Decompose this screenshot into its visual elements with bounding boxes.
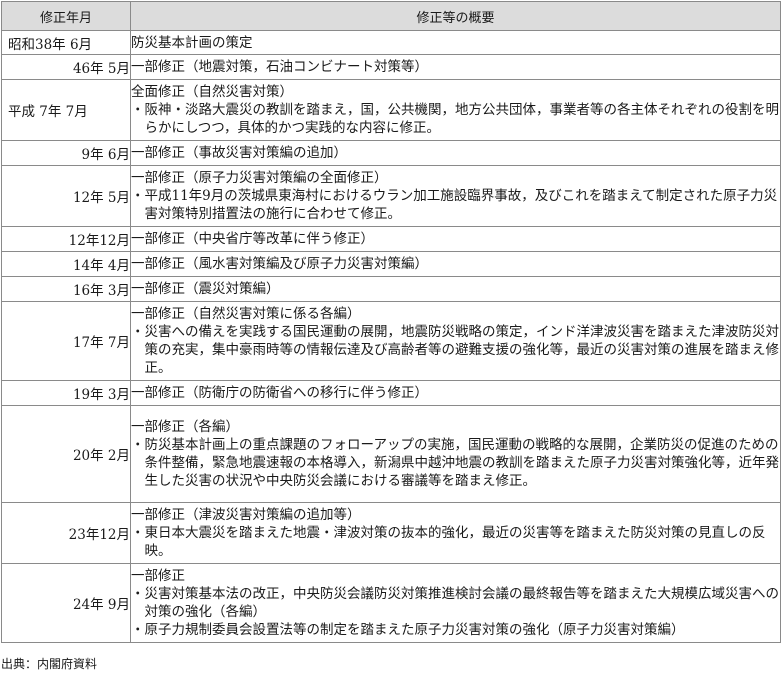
revision-history-page: 修正年月 修正等の概要 昭和38年 6月 防災基本計画の策定 46年 5月 一部… bbox=[0, 0, 782, 674]
summary-column-header: 修正等の概要 bbox=[130, 1, 781, 31]
revision-heading: 一部修正（中央省庁等改革に伴う修正） bbox=[131, 231, 374, 247]
table-row: 9年 6月 一部修正（事故災害対策編の追加） bbox=[1, 140, 781, 166]
revision-summary: 防災基本計画の策定 bbox=[130, 30, 781, 55]
date-column-header: 修正年月 bbox=[1, 1, 131, 31]
revision-summary: 一部修正（防衛庁の防衛省への移行に伴う修正） bbox=[130, 380, 781, 406]
table-row: 24年 9月 一部修正 ・災害対策基本法の改正，中央防災会議防災対策推進検討会議… bbox=[1, 563, 781, 643]
revision-heading: 一部修正（事故災害対策編の追加） bbox=[131, 145, 347, 161]
revision-heading: 防災基本計画の策定 bbox=[131, 34, 253, 51]
table-header-row: 修正年月 修正等の概要 bbox=[1, 1, 781, 31]
table-row: 14年 4月 一部修正（風水害対策編及び原子力災害対策編） bbox=[1, 251, 781, 277]
revision-bullet: ・防災基本計画上の重点課題のフォローアップの実施，国民運動の戦略的な展開，企業防… bbox=[131, 437, 779, 489]
revision-summary: 一部修正（各編） ・防災基本計画上の重点課題のフォローアップの実施，国民運動の戦… bbox=[130, 405, 781, 503]
revision-bullet: ・災害への備えを実践する国民運動の展開，地震防災戦略の策定，インド洋津波災害を踏… bbox=[131, 324, 779, 376]
revision-summary: 一部修正（原子力災害対策編の全面修正） ・平成11年9月の茨城県東海村におけるウ… bbox=[130, 165, 781, 227]
revision-heading: 一部修正 bbox=[131, 568, 185, 584]
revision-summary: 一部修正 ・災害対策基本法の改正，中央防災会議防災対策推進検討会議の最終報告等を… bbox=[130, 563, 781, 643]
revision-heading: 一部修正（原子力災害対策編の全面修正） bbox=[131, 170, 388, 186]
revision-heading: 一部修正（風水害対策編及び原子力災害対策編） bbox=[131, 256, 428, 272]
revision-history-table: 修正年月 修正等の概要 昭和38年 6月 防災基本計画の策定 46年 5月 一部… bbox=[1, 1, 781, 643]
revision-bullet: ・原子力規制委員会設置法等の制定を踏まえた原子力災害対策の強化（原子力災害対策編… bbox=[131, 622, 685, 638]
revision-heading: 一部修正（各編） bbox=[131, 419, 239, 435]
revision-bullet: ・災害対策基本法の改正，中央防災会議防災対策推進検討会議の最終報告等を踏まえた大… bbox=[131, 586, 779, 620]
revision-summary: 全面修正（自然災害対策） ・阪神・淡路大震災の教訓を踏まえ，国，公共機関，地方公… bbox=[130, 79, 781, 141]
table-row: 19年 3月 一部修正（防衛庁の防衛省への移行に伴う修正） bbox=[1, 380, 781, 406]
revision-summary: 一部修正（津波災害対策編の追加等） ・東日本大震災を踏まえた地震・津波対策の抜本… bbox=[130, 502, 781, 564]
revision-date: 12年12月 bbox=[1, 226, 131, 252]
revision-bullet: ・東日本大震災を踏まえた地震・津波対策の抜本的強化，最近の災害等を踏まえた防災対… bbox=[131, 525, 766, 559]
revision-heading: 一部修正（地震対策，石油コンビナート対策等） bbox=[131, 59, 428, 75]
revision-date: 12年 5月 bbox=[1, 165, 131, 227]
revision-date: 46年 5月 bbox=[1, 54, 131, 80]
revision-heading: 一部修正（震災対策編） bbox=[131, 281, 280, 297]
revision-summary: 一部修正（事故災害対策編の追加） bbox=[130, 140, 781, 166]
revision-summary: 一部修正（中央省庁等改革に伴う修正） bbox=[130, 226, 781, 252]
revision-heading: 一部修正（自然災害対策に係る各編） bbox=[131, 306, 361, 322]
revision-date: 23年12月 bbox=[1, 502, 131, 564]
revision-summary: 一部修正（自然災害対策に係る各編） ・災害への備えを実践する国民運動の展開，地震… bbox=[130, 301, 781, 381]
table-row: 12年 5月 一部修正（原子力災害対策編の全面修正） ・平成11年9月の茨城県東… bbox=[1, 165, 781, 227]
revision-date: 19年 3月 bbox=[1, 380, 131, 406]
table-row: 昭和38年 6月 防災基本計画の策定 bbox=[1, 30, 781, 55]
revision-date: 9年 6月 bbox=[1, 140, 131, 166]
revision-heading: 一部修正（津波災害対策編の追加等） bbox=[131, 507, 361, 523]
revision-date: 17年 7月 bbox=[1, 301, 131, 381]
revision-heading: 全面修正（自然災害対策） bbox=[131, 84, 293, 100]
revision-date: 20年 2月 bbox=[1, 405, 131, 503]
revision-date: 平成 7年 7月 bbox=[1, 79, 131, 141]
table-row: 17年 7月 一部修正（自然災害対策に係る各編） ・災害への備えを実践する国民運… bbox=[1, 301, 781, 381]
source-note: 出典：内閣府資料 bbox=[1, 657, 98, 671]
revision-summary: 一部修正（風水害対策編及び原子力災害対策編） bbox=[130, 251, 781, 277]
table-row: 20年 2月 一部修正（各編） ・防災基本計画上の重点課題のフォローアップの実施… bbox=[1, 405, 781, 503]
revision-summary: 一部修正（震災対策編） bbox=[130, 276, 781, 302]
revision-bullet: ・平成11年9月の茨城県東海村におけるウラン加工施設臨界事故，及びこれを踏まえて… bbox=[131, 188, 778, 222]
table-row: 16年 3月 一部修正（震災対策編） bbox=[1, 276, 781, 302]
revision-date: 24年 9月 bbox=[1, 563, 131, 643]
table-row: 12年12月 一部修正（中央省庁等改革に伴う修正） bbox=[1, 226, 781, 252]
revision-heading: 一部修正（防衛庁の防衛省への移行に伴う修正） bbox=[131, 385, 428, 401]
revision-summary: 一部修正（地震対策，石油コンビナート対策等） bbox=[130, 54, 781, 80]
revision-date: 14年 4月 bbox=[1, 251, 131, 277]
revision-bullet: ・阪神・淡路大震災の教訓を踏まえ，国，公共機関，地方公共団体，事業者等の各主体そ… bbox=[131, 102, 779, 136]
table-row: 平成 7年 7月 全面修正（自然災害対策） ・阪神・淡路大震災の教訓を踏まえ，国… bbox=[1, 79, 781, 141]
table-row: 46年 5月 一部修正（地震対策，石油コンビナート対策等） bbox=[1, 54, 781, 80]
revision-date: 昭和38年 6月 bbox=[1, 30, 131, 55]
revision-date: 16年 3月 bbox=[1, 276, 131, 302]
table-row: 23年12月 一部修正（津波災害対策編の追加等） ・東日本大震災を踏まえた地震・… bbox=[1, 502, 781, 564]
